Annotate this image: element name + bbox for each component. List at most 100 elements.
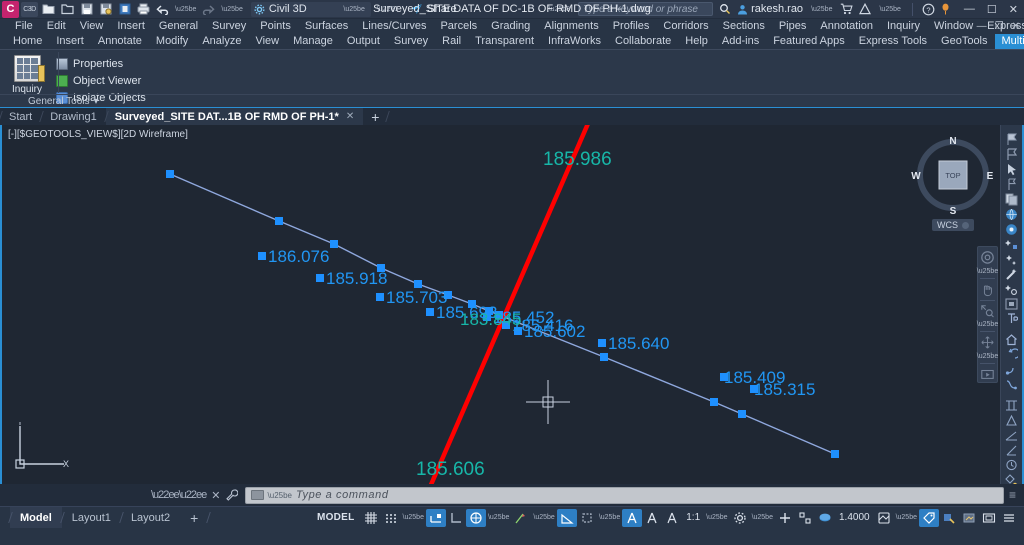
drawing-canvas[interactable]: [-][$GEOTOOLS_VIEW$][2D Wireframe] [0,125,1024,484]
layout-tab-model[interactable]: Model [10,507,62,528]
undo-curve-icon[interactable] [1003,348,1021,361]
command-grip-icon[interactable]: \u22ee\u22ee [151,489,206,501]
polar-dropdown-caret[interactable]: \u25be [486,514,511,521]
ribbon-tab-geotools[interactable]: GeoTools [934,34,994,49]
command-input[interactable]: \u25be Type a command [245,487,1004,504]
object-snap-toggle[interactable] [557,509,577,527]
panel-expand-caret-icon[interactable]: ▾ [94,96,99,107]
grid-display-toggle[interactable] [361,509,381,527]
menu-item-inquiry[interactable]: Inquiry [880,19,927,34]
ribbon-tab-help[interactable]: Help [678,34,715,49]
ribbon-tab-insert[interactable]: Insert [49,34,91,49]
ribbon-tab-express-tools[interactable]: Express Tools [852,34,934,49]
workspace-switching-toggle[interactable] [730,509,750,527]
properties-button[interactable]: Properties [56,56,146,71]
customize-wrench-icon[interactable] [226,489,238,501]
help-icon[interactable]: ? [922,3,935,16]
object-viewer-button[interactable]: Object Viewer [56,73,146,88]
auto-scale-toggle[interactable] [642,509,662,527]
flag-outline-tool-icon[interactable] [1003,148,1021,161]
measure-angle-icon[interactable] [1003,444,1021,457]
save-as-icon[interactable] [97,1,114,18]
ribbon-tab-transparent[interactable]: Transparent [468,34,541,49]
file-tab-drawing1[interactable]: Drawing1 [41,108,105,125]
workspace-caret-icon[interactable]: \u25be [341,6,366,13]
slope-tool-icon[interactable] [1003,429,1021,442]
infer-constraints-toggle[interactable] [426,509,446,527]
command-scroll-icon[interactable]: ≡ [1009,488,1018,502]
plot-preview-icon[interactable] [116,1,133,18]
clock-tool-icon[interactable] [1003,459,1021,472]
flag-tool-icon[interactable] [1003,133,1021,146]
user-caret-icon[interactable]: \u25be [809,6,834,13]
clean-screen-toggle[interactable] [979,509,999,527]
menu-item-sections[interactable]: Sections [716,19,772,34]
menu-item-grading[interactable]: Grading [484,19,537,34]
copy-pages-icon[interactable] [1003,193,1021,206]
doc-close-button[interactable]: ✕ [1012,21,1020,32]
dynamic-ucs-dropdown-caret[interactable]: \u25be [597,514,622,521]
ribbon-tab-output[interactable]: Output [340,34,387,49]
select-cursor-icon[interactable] [1003,163,1021,176]
align-tool-icon[interactable] [1003,399,1021,412]
sparkle-point-icon[interactable] [1003,238,1021,251]
osnap-track-dropdown-caret[interactable]: \u25be [531,514,556,521]
ribbon-tab-manage[interactable]: Manage [286,34,340,49]
menu-item-corridors[interactable]: Corridors [656,19,715,34]
autodesk-logo-icon[interactable] [859,3,871,15]
view-cube[interactable]: TOP N S E W [910,132,996,218]
sparkle-alt-icon[interactable] [1003,253,1021,266]
ribbon-tab-annotate[interactable]: Annotate [91,34,149,49]
ucs-selector[interactable]: WCS [932,219,974,231]
minimize-button[interactable]: — [964,3,975,15]
menu-item-insert[interactable]: Insert [110,19,152,34]
ribbon-tab-analyze[interactable]: Analyze [195,34,248,49]
polar-tracking-toggle[interactable] [466,509,486,527]
node-curve-icon[interactable] [1003,363,1021,376]
redo-dropdown-caret[interactable]: \u25be [219,6,244,13]
annotation-scale-factor[interactable]: 1.4000 [835,509,874,527]
transparency-dropdown-caret[interactable]: \u25be [894,514,919,521]
globe-grid-icon[interactable] [1003,208,1021,221]
text-tool-icon[interactable] [1003,312,1021,325]
toolbar-grip-icon[interactable] [1007,128,1017,129]
zoom-extents-icon[interactable] [979,304,996,319]
dynamic-ucs-toggle[interactable] [577,509,597,527]
workspace-dropdown-caret[interactable]: \u25be [750,514,775,521]
annotation-monitor-toggle[interactable] [662,509,682,527]
undo-icon[interactable] [154,1,171,18]
notification-balloon-icon[interactable] [941,3,950,15]
paint-drop-icon[interactable] [1003,474,1021,484]
viewport-maximize-toggle[interactable] [775,509,795,527]
rotate-box-icon[interactable] [1003,414,1021,427]
showmotion-icon[interactable] [979,367,996,382]
redo-icon[interactable] [200,1,217,18]
menu-item-file[interactable]: File [8,19,40,34]
snap-dropdown-caret[interactable]: \u25be [401,514,426,521]
transparency-toggle[interactable] [874,509,894,527]
cart-icon[interactable] [840,3,853,15]
menu-item-view[interactable]: View [73,19,111,34]
layout-tab-layout2[interactable]: Layout2 [121,507,180,528]
file-tab-close-icon[interactable]: ✕ [346,111,354,122]
ribbon-tab-home[interactable]: Home [6,34,49,49]
search-icon[interactable] [719,3,731,15]
undo-dropdown-caret[interactable]: \u25be [173,6,198,13]
selection-cycling-toggle[interactable] [919,509,939,527]
orbit-icon[interactable] [979,335,996,350]
drawing-units-toggle[interactable] [959,509,979,527]
command-dropdown-caret[interactable]: \u25be [268,491,292,500]
annotation-visibility-toggle[interactable] [622,509,642,527]
snap-mode-toggle[interactable] [381,509,401,527]
layout-tab-layout1[interactable]: Layout1 [62,507,121,528]
sparkle-search-icon[interactable] [1003,283,1021,296]
ortho-mode-toggle[interactable] [446,509,466,527]
wcs-dropdown-icon[interactable] [962,222,969,229]
home-tool-icon[interactable] [1003,333,1021,346]
menu-item-general[interactable]: General [152,19,205,34]
autodesk-caret-icon[interactable]: \u25be [877,6,902,13]
menu-item-annotation[interactable]: Annotation [813,19,880,34]
command-close-icon[interactable]: ✕ [211,489,220,502]
ribbon-tab-view[interactable]: View [248,34,286,49]
file-tab-start[interactable]: Start [0,108,41,125]
